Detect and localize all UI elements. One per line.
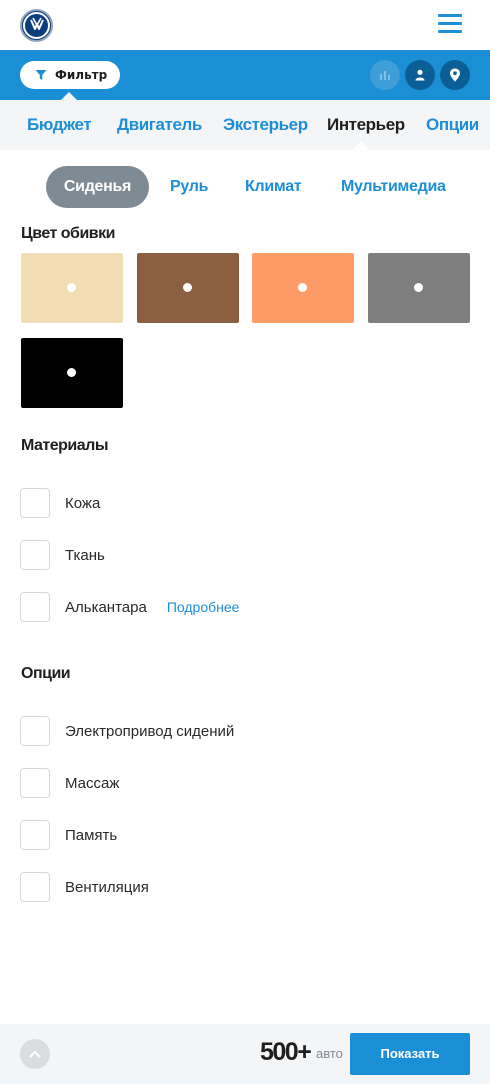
material-option-fabric[interactable]: Ткань bbox=[20, 540, 105, 570]
checkbox[interactable] bbox=[20, 716, 50, 746]
chevron-up-icon bbox=[29, 1050, 41, 1058]
top-header bbox=[0, 0, 490, 50]
logo-ring bbox=[23, 12, 50, 39]
vw-letters-icon bbox=[29, 17, 44, 30]
options-title: Опции bbox=[21, 665, 71, 682]
active-tab-pointer bbox=[352, 141, 370, 150]
checkbox[interactable] bbox=[20, 540, 50, 570]
materials-title: Материалы bbox=[21, 437, 109, 454]
upholstery-title: Цвет обивки bbox=[21, 225, 115, 242]
tab-engine[interactable]: Двигатель bbox=[117, 115, 202, 135]
more-info-link[interactable]: Подробнее bbox=[167, 599, 240, 615]
interior-subtabs: Сиденья Руль Климат Мультимедиа bbox=[0, 166, 490, 208]
option-memory[interactable]: Память bbox=[20, 820, 117, 850]
filter-button-label: Фильтр bbox=[55, 68, 108, 82]
volkswagen-logo-icon[interactable] bbox=[20, 9, 53, 42]
tab-budget[interactable]: Бюджет bbox=[27, 115, 92, 135]
location-button[interactable] bbox=[440, 60, 470, 90]
option-power-seats[interactable]: Электропривод сидений bbox=[20, 716, 234, 746]
color-swatch-grey[interactable] bbox=[368, 253, 470, 323]
show-results-button[interactable]: Показать bbox=[350, 1033, 470, 1075]
option-ventilation[interactable]: Вентиляция bbox=[20, 872, 149, 902]
color-swatch-orange[interactable] bbox=[252, 253, 354, 323]
color-swatch-beige[interactable] bbox=[21, 253, 123, 323]
checkbox-label: Алькантара bbox=[65, 598, 147, 616]
tab-options[interactable]: Опции bbox=[426, 115, 479, 135]
checkbox-label: Ткань bbox=[65, 546, 105, 564]
main-tabs: Бюджет Двигатель Экстерьер Интерьер Опци… bbox=[0, 100, 490, 150]
map-pin-icon bbox=[450, 68, 460, 82]
account-button[interactable] bbox=[405, 60, 435, 90]
scroll-top-button[interactable] bbox=[20, 1039, 50, 1069]
checkbox-label: Электропривод сидений bbox=[65, 722, 235, 740]
color-swatch-black[interactable] bbox=[21, 338, 123, 408]
checkbox[interactable] bbox=[20, 768, 50, 798]
checkbox[interactable] bbox=[20, 592, 50, 622]
results-count-unit: авто bbox=[316, 1046, 343, 1061]
swatch-dot bbox=[414, 283, 423, 292]
bar-chart-icon bbox=[380, 71, 390, 80]
checkbox[interactable] bbox=[20, 872, 50, 902]
results-count: 500+ bbox=[260, 1038, 312, 1066]
swatch-dot bbox=[298, 283, 307, 292]
swatch-dot bbox=[67, 283, 76, 292]
checkbox-label: Массаж bbox=[65, 774, 120, 792]
filter-button[interactable]: Фильтр bbox=[20, 61, 120, 89]
subtab-seats[interactable]: Сиденья bbox=[46, 166, 149, 208]
tab-interior[interactable]: Интерьер bbox=[327, 115, 405, 135]
tab-exterior[interactable]: Экстерьер bbox=[223, 115, 308, 135]
checkbox[interactable] bbox=[20, 820, 50, 850]
hamburger-menu-icon[interactable] bbox=[438, 14, 462, 34]
subtab-multimedia[interactable]: Мультимедиа bbox=[341, 166, 446, 208]
funnel-icon bbox=[35, 70, 47, 80]
option-massage[interactable]: Массаж bbox=[20, 768, 119, 798]
user-icon bbox=[415, 69, 425, 81]
results-bar: 500+ авто Показать bbox=[0, 1024, 490, 1084]
checkbox-label: Память bbox=[65, 826, 118, 844]
color-swatch-brown[interactable] bbox=[137, 253, 239, 323]
subtab-steering-wheel[interactable]: Руль bbox=[170, 166, 208, 208]
checkbox-label: Вентиляция bbox=[65, 878, 149, 896]
compare-button[interactable] bbox=[370, 60, 400, 90]
checkbox[interactable] bbox=[20, 488, 50, 518]
subtab-climate[interactable]: Климат bbox=[245, 166, 302, 208]
checkbox-label: Кожа bbox=[65, 494, 101, 512]
swatch-dot bbox=[67, 368, 76, 377]
swatch-dot bbox=[183, 283, 192, 292]
material-option-alcantara[interactable]: Алькантара Подробнее bbox=[20, 592, 239, 622]
material-option-leather[interactable]: Кожа bbox=[20, 488, 100, 518]
